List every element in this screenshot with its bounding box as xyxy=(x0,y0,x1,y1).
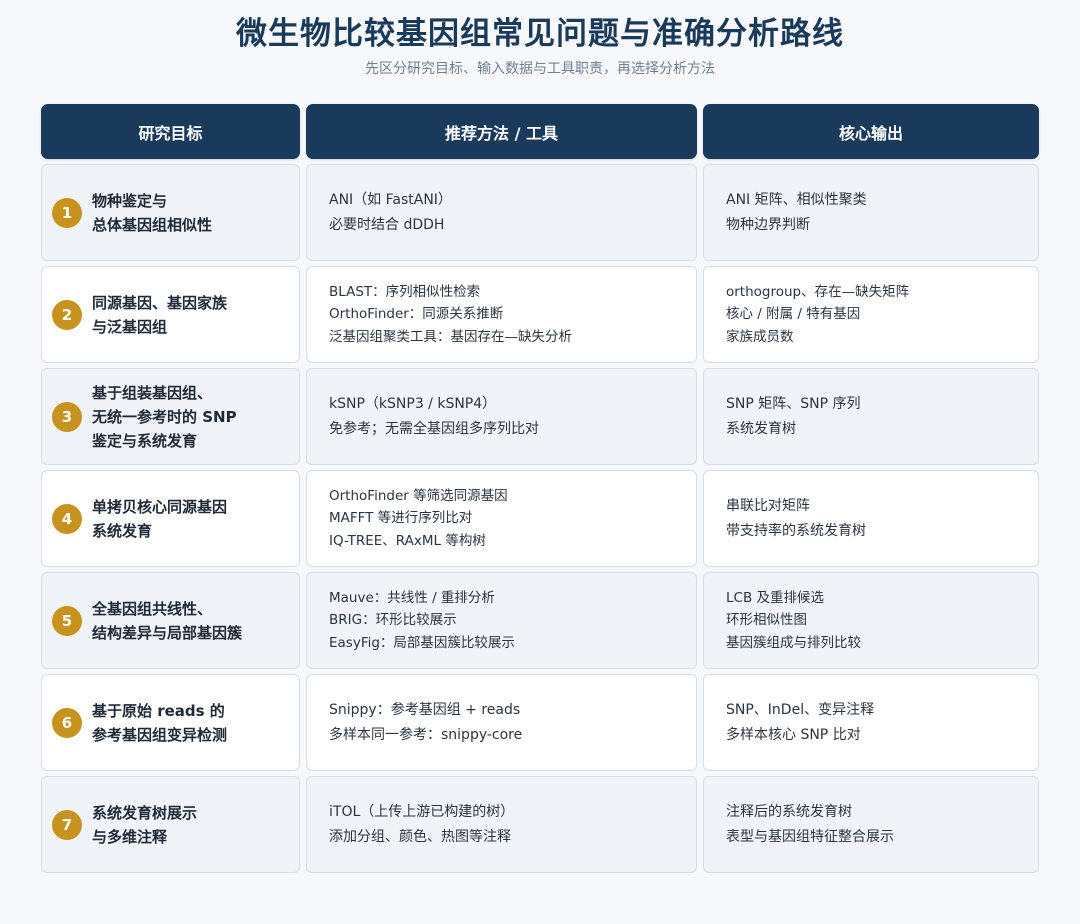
output-line: 带支持率的系统发育树 xyxy=(726,522,866,539)
output-line: ANI 矩阵、相似性聚类 xyxy=(726,191,867,208)
goal-cell: 3 基于组装基因组、无统一参考时的 SNP 鉴定与系统发育 xyxy=(41,368,300,465)
goal-line: 与多维注释 xyxy=(92,827,168,846)
output-line: 注释后的系统发育树 xyxy=(726,803,852,820)
outputs-cell: orthogroup、存在—缺失矩阵 核心 / 附属 / 特有基因 家族成员数 xyxy=(703,266,1039,363)
goal-cell: 4 单拷贝核心同源基因 系统发育 xyxy=(41,470,300,567)
step-number-badge: 5 xyxy=(52,605,82,636)
goal-line: 系统发育树展示 xyxy=(92,803,198,822)
method-line: BLAST：序列相似性检索 xyxy=(329,283,481,300)
method-line: 多样本同一参考：snippy-core xyxy=(329,726,523,743)
outputs-cell: 注释后的系统发育树表型与基因组特征整合展示 xyxy=(703,776,1039,873)
methods-cell: iTOL（上传上游已构建的树） 添加分组、颜色、热图等注释 xyxy=(306,776,697,873)
goal-text: 基于原始 reads 的参考基因组变异检测 xyxy=(92,699,227,747)
goal-line: 与泛基因组 xyxy=(92,317,168,336)
goal-cell: 6 基于原始 reads 的参考基因组变异检测 xyxy=(41,674,300,771)
methods-cell: OrthoFinder 等筛选同源基因 MAFFT 等进行序列比对 IQ-TREE、… xyxy=(306,470,697,567)
goal-line: 系统发育 xyxy=(92,521,153,540)
method-line: 泛基因组聚类工具：基因存在—缺失分析 xyxy=(329,328,572,345)
method-line: OrthoFinder：同源关系推断 xyxy=(329,306,504,323)
goal-text: 全基因组共线性、结构差异与局部基因簇 xyxy=(92,597,242,645)
method-line: BRIG：环形比较展示 xyxy=(329,612,457,629)
method-line: Snippy：参考基因组 + reads xyxy=(329,701,521,718)
outputs-cell: SNP 矩阵、SNP 序列 系统发育树 xyxy=(703,368,1039,465)
goal-line: 结构差异与局部基因簇 xyxy=(92,623,243,642)
output-line: 系统发育树 xyxy=(726,420,796,437)
methods-cell: kSNP（kSNP3 / kSNP4） 免参考；无需全基因组多序列比对 xyxy=(306,368,697,465)
goal-text: 基于组装基因组、无统一参考时的 SNP 鉴定与系统发育 xyxy=(92,381,237,453)
output-line: SNP 矩阵、SNP 序列 xyxy=(726,395,861,412)
method-line: 必要时结合 dDDH xyxy=(329,216,445,233)
step-number-badge: 2 xyxy=(52,299,82,330)
method-line: IQ-TREE、RAxML 等构树 xyxy=(329,532,486,549)
output-line: 基因簇组成与排列比较 xyxy=(726,634,861,651)
header-goal: 研究目标 xyxy=(41,104,300,159)
method-line: Mauve：共线性 / 重排分析 xyxy=(329,589,495,606)
page-title: 微生物比较基因组常见问题与准确分析路线 xyxy=(236,16,844,52)
goal-text: 单拷贝核心同源基因 系统发育 xyxy=(92,495,227,543)
step-number-badge: 4 xyxy=(52,503,82,534)
goal-line: 物种鉴定与 xyxy=(92,191,168,210)
header-outputs: 核心输出 xyxy=(703,104,1039,159)
goal-line: 基于组装基因组、 xyxy=(92,383,213,402)
outputs-cell: ANI 矩阵、相似性聚类 物种边界判断 xyxy=(703,164,1039,261)
outputs-cell: LCB 及重排候选 环形相似性图基因簇组成与排列比较 xyxy=(703,572,1039,669)
method-line: 添加分组、颜色、热图等注释 xyxy=(329,828,511,845)
output-line: 表型与基因组特征整合展示 xyxy=(726,828,894,845)
page-subtitle: 先区分研究目标、输入数据与工具职责，再选择分析方法 xyxy=(365,61,715,77)
method-line: 免参考；无需全基因组多序列比对 xyxy=(329,420,539,437)
goal-cell: 2 同源基因、基因家族 与泛基因组 xyxy=(41,266,300,363)
goal-line: 同源基因、基因家族 xyxy=(92,293,228,312)
output-line: SNP、InDel、变异注释 xyxy=(726,701,875,718)
method-line: OrthoFinder 等筛选同源基因 xyxy=(329,487,508,504)
output-line: orthogroup、存在—缺失矩阵 xyxy=(726,283,910,300)
goal-text: 系统发育树展示 与多维注释 xyxy=(92,801,197,849)
outputs-cell: SNP、InDel、变异注释 多样本核心 SNP 比对 xyxy=(703,674,1039,771)
output-line: 环形相似性图 xyxy=(726,612,807,629)
output-line: 家族成员数 xyxy=(726,328,794,345)
method-line: ANI（如 FastANI） xyxy=(329,191,452,208)
output-line: LCB 及重排候选 xyxy=(726,589,825,606)
step-number-badge: 1 xyxy=(52,197,82,228)
output-line: 串联比对矩阵 xyxy=(726,497,810,514)
goal-line: 总体基因组相似性 xyxy=(92,215,213,234)
method-line: EasyFig：局部基因簇比较展示 xyxy=(329,634,515,651)
output-line: 核心 / 附属 / 特有基因 xyxy=(726,306,861,323)
goal-line: 基于原始 reads 的 xyxy=(92,701,225,720)
goal-cell: 1 物种鉴定与总体基因组相似性 xyxy=(41,164,300,261)
goal-line: 参考基因组变异检测 xyxy=(92,725,228,744)
output-line: 物种边界判断 xyxy=(726,216,810,233)
step-number-badge: 6 xyxy=(52,707,82,738)
goal-line: 全基因组共线性、 xyxy=(92,599,213,618)
goal-text: 物种鉴定与总体基因组相似性 xyxy=(92,189,212,237)
output-line: 多样本核心 SNP 比对 xyxy=(726,726,861,743)
method-line: MAFFT 等进行序列比对 xyxy=(329,510,473,527)
goal-line: 无统一参考时的 SNP xyxy=(92,407,237,426)
outputs-cell: 串联比对矩阵带支持率的系统发育树 xyxy=(703,470,1039,567)
methods-cell: Mauve：共线性 / 重排分析 BRIG：环形比较展示 EasyFig：局部基因簇… xyxy=(306,572,697,669)
method-line: iTOL（上传上游已构建的树） xyxy=(329,803,515,820)
comparison-table: 研究目标 推荐方法 / 工具 核心输出 1 物种鉴定与总体基因组相似性 ANI（如 Fas… xyxy=(41,104,1039,873)
step-number-badge: 3 xyxy=(52,401,82,432)
goal-cell: 5 全基因组共线性、结构差异与局部基因簇 xyxy=(41,572,300,669)
goal-cell: 7 系统发育树展示 与多维注释 xyxy=(41,776,300,873)
page: 微生物比较基因组常见问题与准确分析路线 先区分研究目标、输入数据与工具职责，再选… xyxy=(0,0,1080,924)
methods-cell: BLAST：序列相似性检索 OrthoFinder：同源关系推断泛基因组聚类工具：… xyxy=(306,266,697,363)
methods-cell: Snippy：参考基因组 + reads 多样本同一参考：snippy-core xyxy=(306,674,697,771)
step-number-badge: 7 xyxy=(52,809,82,840)
methods-cell: ANI（如 FastANI） 必要时结合 dDDH xyxy=(306,164,697,261)
method-line: kSNP（kSNP3 / kSNP4） xyxy=(329,395,497,412)
goal-line: 单拷贝核心同源基因 xyxy=(92,497,228,516)
goal-text: 同源基因、基因家族 与泛基因组 xyxy=(92,291,227,339)
goal-line: 鉴定与系统发育 xyxy=(92,431,198,450)
header-methods: 推荐方法 / 工具 xyxy=(306,104,697,159)
